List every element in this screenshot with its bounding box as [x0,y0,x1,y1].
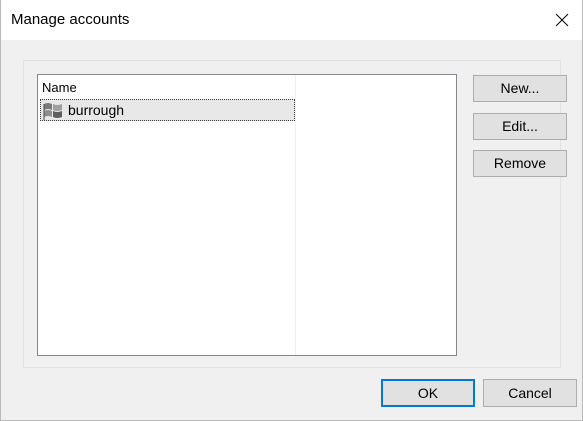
title-bar[interactable]: Manage accounts [1,0,582,40]
cancel-button[interactable]: Cancel [483,379,577,407]
window-title: Manage accounts [11,11,130,28]
windows-flag-icon [42,101,64,121]
close-icon [555,13,569,27]
ok-button[interactable]: OK [381,379,475,407]
new-button[interactable]: New... [473,75,567,102]
list-item-label: burrough [68,102,125,118]
accounts-list[interactable]: Name burrough [37,74,457,356]
edit-button[interactable]: Edit... [473,113,567,140]
close-button[interactable] [542,0,582,40]
column-header-name[interactable]: Name [42,80,77,95]
list-item[interactable]: burrough [40,99,295,121]
remove-button[interactable]: Remove [473,150,567,177]
manage-accounts-dialog: Manage accounts Name burrough New... Edi… [0,0,583,421]
column-divider[interactable] [295,75,296,355]
